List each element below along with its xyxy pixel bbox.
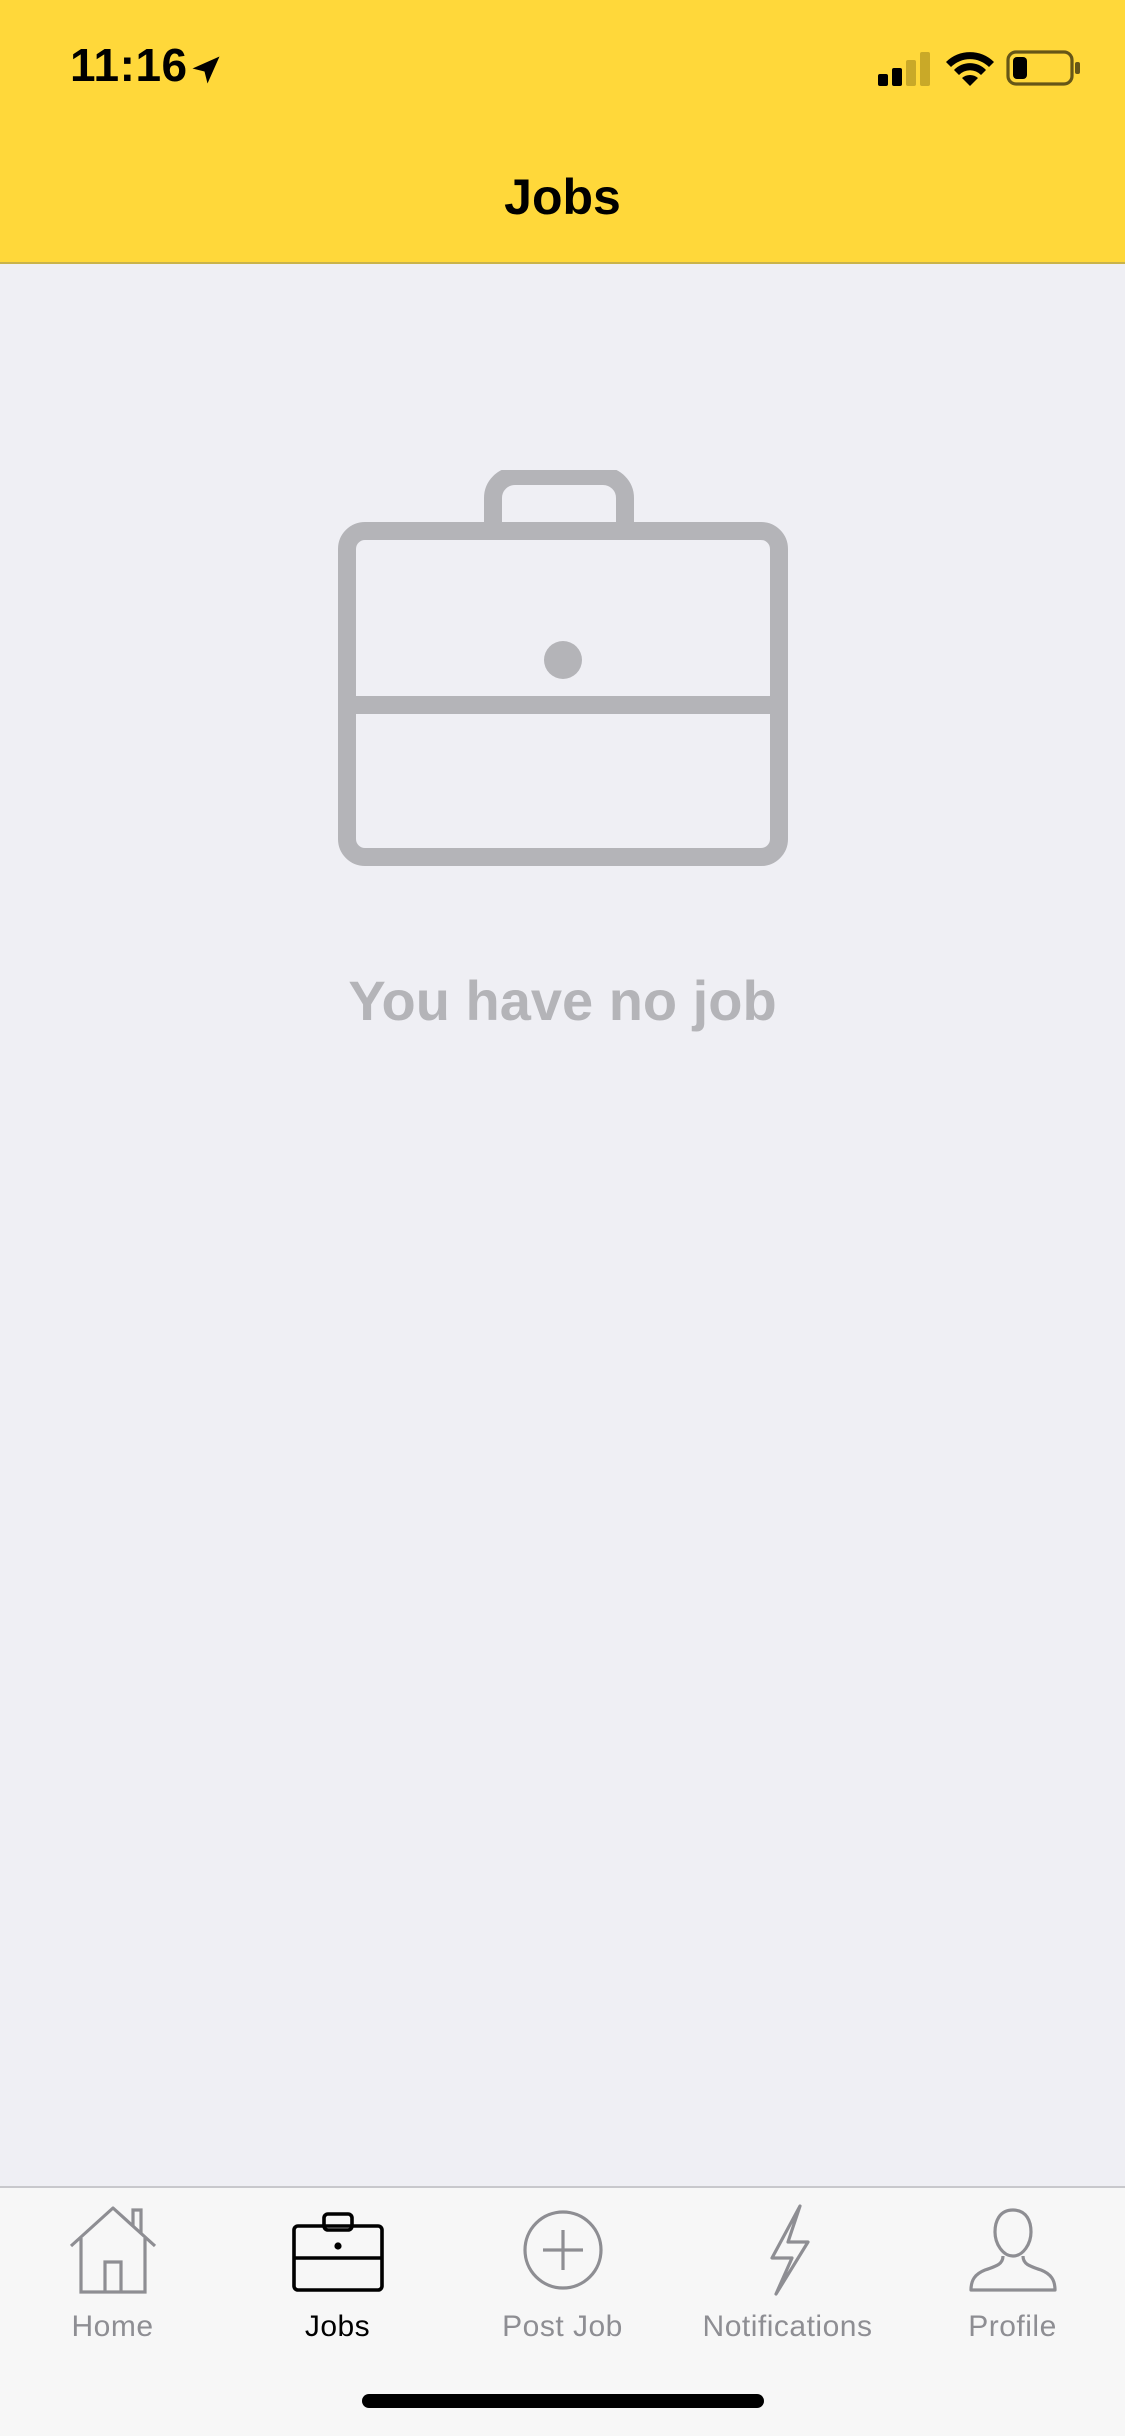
- tab-profile[interactable]: Profile: [900, 2202, 1125, 2352]
- tab-home-label: Home: [71, 2310, 154, 2343]
- cellular-signal-icon: [878, 52, 930, 86]
- tab-post-job[interactable]: Post Job: [450, 2202, 675, 2352]
- tab-profile-label: Profile: [968, 2310, 1057, 2343]
- tab-post-job-label: Post Job: [502, 2310, 623, 2343]
- status-time: 11:16: [70, 39, 188, 91]
- tab-bar: Home Jobs Post Job Notifications Profile: [0, 2186, 1125, 2436]
- tab-jobs-label: Jobs: [304, 2310, 371, 2343]
- home-icon: [69, 2206, 156, 2294]
- wifi-icon: [946, 52, 994, 86]
- empty-state-message: You have no job: [348, 969, 777, 1032]
- battery-icon: [1006, 50, 1080, 86]
- tab-notifications[interactable]: Notifications: [675, 2202, 900, 2352]
- header-bar: 11:16 Jobs: [0, 0, 1125, 264]
- tab-notifications-label: Notifications: [702, 2310, 873, 2343]
- briefcase-icon: [338, 470, 788, 866]
- lightning-icon: [769, 2204, 810, 2296]
- person-icon: [968, 2208, 1057, 2292]
- location-arrow-icon: [192, 56, 220, 84]
- home-indicator[interactable]: [362, 2394, 764, 2408]
- tab-home[interactable]: Home: [0, 2202, 225, 2352]
- page-title: Jobs: [504, 169, 621, 225]
- tab-jobs[interactable]: Jobs: [225, 2202, 450, 2352]
- plus-circle-icon: [522, 2210, 603, 2290]
- briefcase-icon: [291, 2212, 384, 2292]
